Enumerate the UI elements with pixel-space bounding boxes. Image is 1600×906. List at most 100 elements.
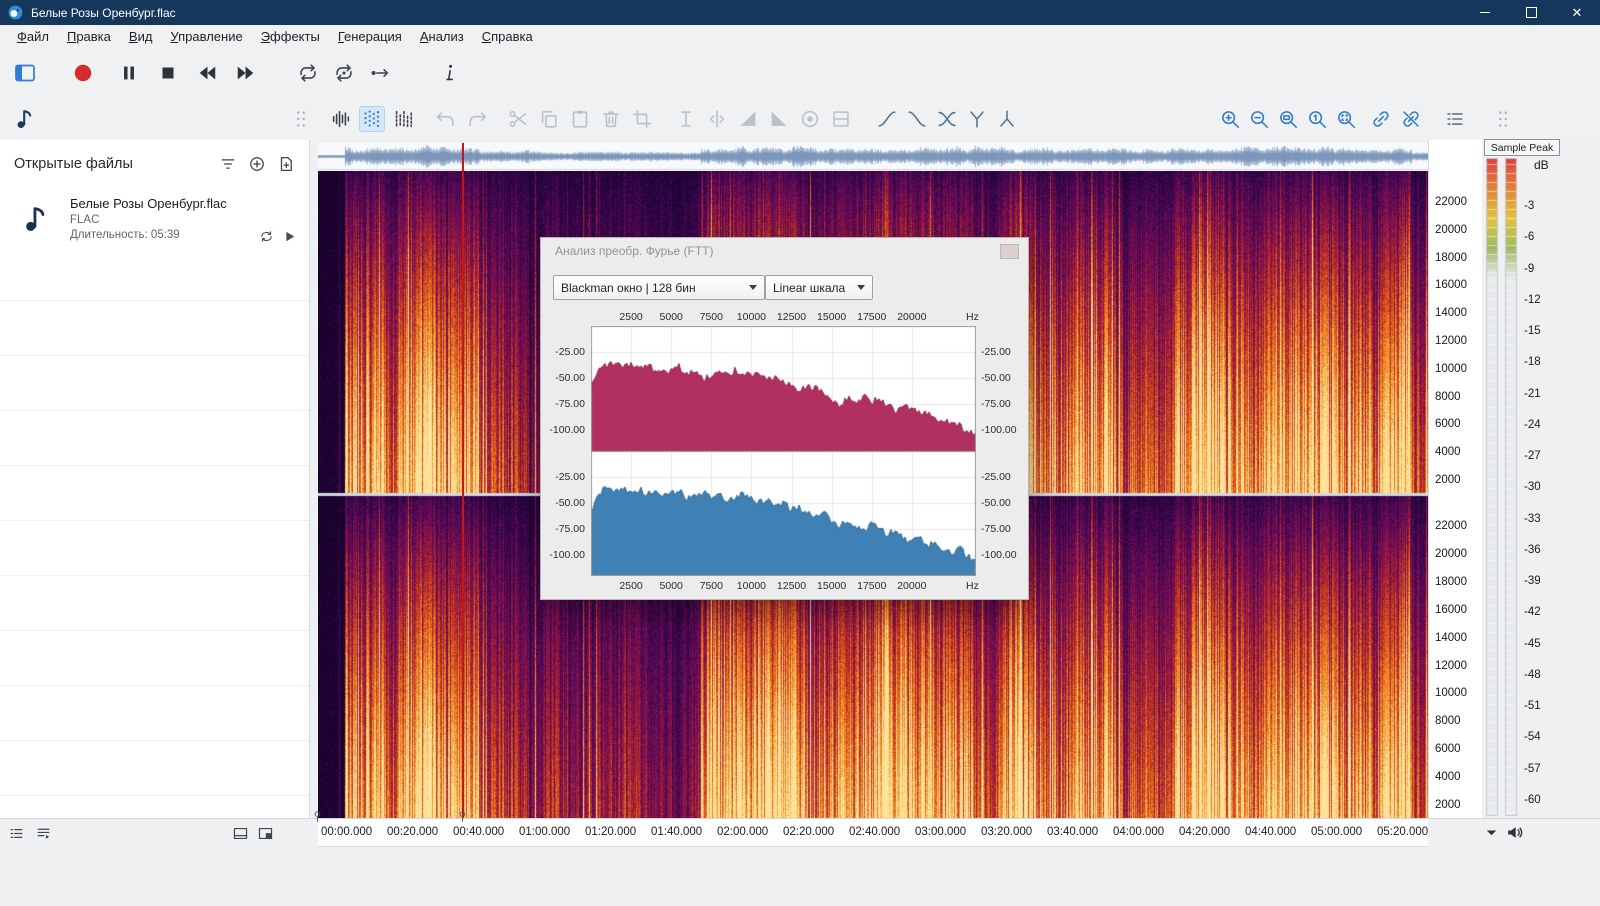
view-options-button[interactable] <box>1442 106 1468 132</box>
fft-bottom-axis-tick: 2500 <box>613 580 649 592</box>
minimize-button[interactable] <box>1462 0 1508 25</box>
db-tick-label: -6 <box>1524 231 1534 243</box>
fft-window-select[interactable]: Blackman окно | 128 бин <box>553 275 765 300</box>
stop-button[interactable] <box>155 60 181 86</box>
play-from-cursor-button[interactable] <box>367 60 393 86</box>
playlist-toggle[interactable] <box>35 825 52 842</box>
db-tick-label: -30 <box>1524 481 1541 493</box>
merge-channels-button[interactable] <box>994 106 1020 132</box>
fft-bottom-axis-unit: Hz <box>966 580 979 592</box>
minimap-toggle[interactable] <box>257 825 274 842</box>
waveform-overview[interactable] <box>318 143 1428 170</box>
loop-playback-button[interactable] <box>295 60 321 86</box>
pin-icon <box>311 810 324 823</box>
menu-item-view[interactable]: Вид <box>120 26 162 47</box>
link-channels-button[interactable] <box>1368 106 1394 132</box>
fade-out-button[interactable] <box>766 106 792 132</box>
fft-y-tick-left: -25.00 <box>545 346 585 358</box>
file-info-button[interactable] <box>437 60 463 86</box>
paste-button[interactable] <box>567 106 593 132</box>
toggle-file-panel-button[interactable] <box>12 60 38 86</box>
add-file-button[interactable] <box>248 155 266 173</box>
timeline-marker[interactable] <box>456 810 469 828</box>
freq-tick-label: 2000 <box>1435 799 1461 811</box>
copy-button[interactable] <box>536 106 562 132</box>
zoom-out-icon <box>1248 108 1270 130</box>
fft-top-axis-tick: 10000 <box>733 311 769 323</box>
files-panel-title: Открытые файлы <box>14 156 133 172</box>
file-loop-button[interactable] <box>259 229 274 244</box>
crossfade-button[interactable] <box>934 106 960 132</box>
zoom-in-button[interactable] <box>1217 106 1243 132</box>
play-small-icon <box>282 229 297 244</box>
edit-toolbar <box>0 98 1600 140</box>
loop-selection-button[interactable] <box>331 60 357 86</box>
list-icon <box>8 825 25 842</box>
fft-bottom-axis-tick: 20000 <box>894 580 930 592</box>
file-name: Белые Розы Оренбург.flac <box>70 196 227 211</box>
delete-button[interactable] <box>598 106 624 132</box>
loop-small-icon <box>259 229 274 244</box>
music-note-icon <box>20 203 52 235</box>
normalize-button[interactable] <box>673 106 699 132</box>
menu-item-analyze[interactable]: Анализ <box>411 26 473 47</box>
file-list-item[interactable]: Белые Розы Оренбург.flac FLAC Длительнос… <box>0 188 309 250</box>
selection-frame-button[interactable] <box>828 106 854 132</box>
output-device-caret[interactable] <box>1482 823 1501 842</box>
timeline-marker[interactable] <box>311 810 324 828</box>
undo-button[interactable] <box>432 106 458 132</box>
db-tick-label: -18 <box>1524 356 1541 368</box>
spectrogram-view-button[interactable] <box>359 106 385 132</box>
split-button[interactable] <box>704 106 730 132</box>
output-volume-button[interactable] <box>1505 823 1524 842</box>
redo-button[interactable] <box>465 106 491 132</box>
pause-button[interactable] <box>116 60 142 86</box>
db-tick-label: -15 <box>1524 325 1541 337</box>
bottom-panel-toggle[interactable] <box>232 825 249 842</box>
waveform-view-button[interactable] <box>328 106 354 132</box>
envelope-up-button[interactable] <box>874 106 900 132</box>
unlink-channels-button[interactable] <box>1398 106 1424 132</box>
zoom-fit-button[interactable] <box>1333 106 1359 132</box>
menu-item-help[interactable]: Справка <box>473 26 542 47</box>
zoom-out-button[interactable] <box>1246 106 1272 132</box>
fft-plot[interactable] <box>591 326 976 576</box>
menu-item-generate[interactable]: Генерация <box>329 26 411 47</box>
close-button[interactable]: ✕ <box>1554 0 1600 25</box>
timeline-label: 04:00.000 <box>1113 826 1164 838</box>
fft-y-tick-left: -100.00 <box>545 549 585 561</box>
db-tick-label: -51 <box>1524 700 1541 712</box>
files-list-toggle[interactable] <box>8 825 25 842</box>
db-tick-label: -39 <box>1524 575 1541 587</box>
fft-dialog-close-button[interactable] <box>1000 244 1019 259</box>
maximize-button[interactable] <box>1508 0 1554 25</box>
fade-in-icon <box>737 108 759 130</box>
menu-item-control[interactable]: Управление <box>161 26 251 47</box>
menu-item-edit[interactable]: Правка <box>58 26 120 47</box>
file-play-button[interactable] <box>282 229 297 244</box>
fft-scale-select[interactable]: Linear шкала <box>765 275 873 300</box>
record-button[interactable] <box>70 60 96 86</box>
freq-tick-label: 10000 <box>1435 363 1467 375</box>
fast-forward-button[interactable] <box>233 60 259 86</box>
zoom-selection-button[interactable] <box>1275 106 1301 132</box>
split-y-icon <box>966 108 988 130</box>
fft-top-axis-unit: Hz <box>966 311 979 323</box>
envelope-down-button[interactable] <box>904 106 930 132</box>
split-channels-button[interactable] <box>964 106 990 132</box>
play-to-icon <box>369 62 391 84</box>
timeline-label: 03:40.000 <box>1047 826 1098 838</box>
zoom-one-to-one-button[interactable] <box>1304 106 1330 132</box>
cut-button[interactable] <box>505 106 531 132</box>
filter-list-icon <box>219 155 237 173</box>
menu-item-file[interactable]: Файл <box>8 26 58 47</box>
loudness-button[interactable] <box>797 106 823 132</box>
sort-files-button[interactable] <box>219 155 237 173</box>
fade-in-button[interactable] <box>735 106 761 132</box>
playhead-cursor[interactable] <box>462 143 464 818</box>
import-file-button[interactable] <box>277 155 295 173</box>
menu-item-effects[interactable]: Эффекты <box>252 26 329 47</box>
spectral-view-button[interactable] <box>390 106 416 132</box>
trim-button[interactable] <box>629 106 655 132</box>
rewind-button[interactable] <box>194 60 220 86</box>
